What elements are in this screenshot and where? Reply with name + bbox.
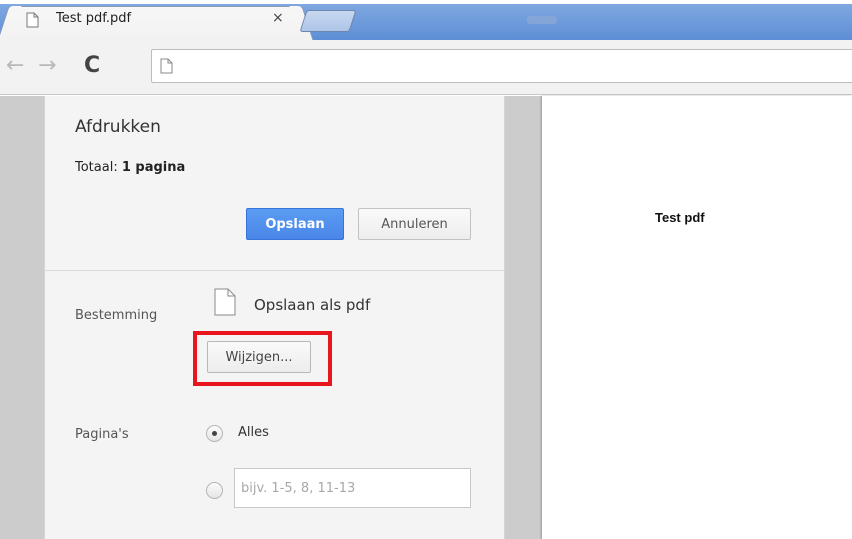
total-pages: Totaal: 1 pagina <box>75 160 185 175</box>
pages-all-radio[interactable] <box>206 425 223 442</box>
new-tab-button[interactable] <box>299 10 357 32</box>
document-icon <box>26 12 39 28</box>
preview-page-text: Test pdf <box>655 210 705 225</box>
divider <box>45 270 504 271</box>
forward-arrow-icon[interactable]: → <box>38 53 56 78</box>
preview-page <box>542 96 852 539</box>
page-icon <box>160 58 173 74</box>
address-bar[interactable] <box>151 49 852 83</box>
left-gutter <box>0 96 44 539</box>
back-arrow-icon[interactable]: ← <box>6 53 24 78</box>
page-range-input[interactable] <box>234 468 471 508</box>
tab-strip: Test pdf.pdf × <box>0 0 852 40</box>
destination-name: Opslaan als pdf <box>254 296 371 314</box>
browser-toolbar: ← → C <box>0 40 852 95</box>
tab-test-pdf[interactable] <box>8 6 303 40</box>
destination-label: Bestemming <box>75 308 158 323</box>
save-button[interactable]: Opslaan <box>246 208 344 240</box>
cancel-button[interactable]: Annuleren <box>358 208 471 240</box>
reload-icon[interactable]: C <box>84 53 100 78</box>
pages-custom-radio[interactable] <box>206 482 223 499</box>
highlight-box <box>193 331 332 386</box>
total-value: 1 pagina <box>121 160 186 175</box>
tab-close-icon[interactable]: × <box>272 10 284 26</box>
total-label: Totaal: <box>75 160 122 175</box>
window-title-blurred <box>527 16 557 24</box>
pages-label: Pagina's <box>75 427 129 442</box>
document-icon <box>214 288 236 316</box>
tab-title: Test pdf.pdf <box>56 11 132 26</box>
pages-all-label: Alles <box>238 425 269 440</box>
panel-title: Afdrukken <box>75 117 161 137</box>
